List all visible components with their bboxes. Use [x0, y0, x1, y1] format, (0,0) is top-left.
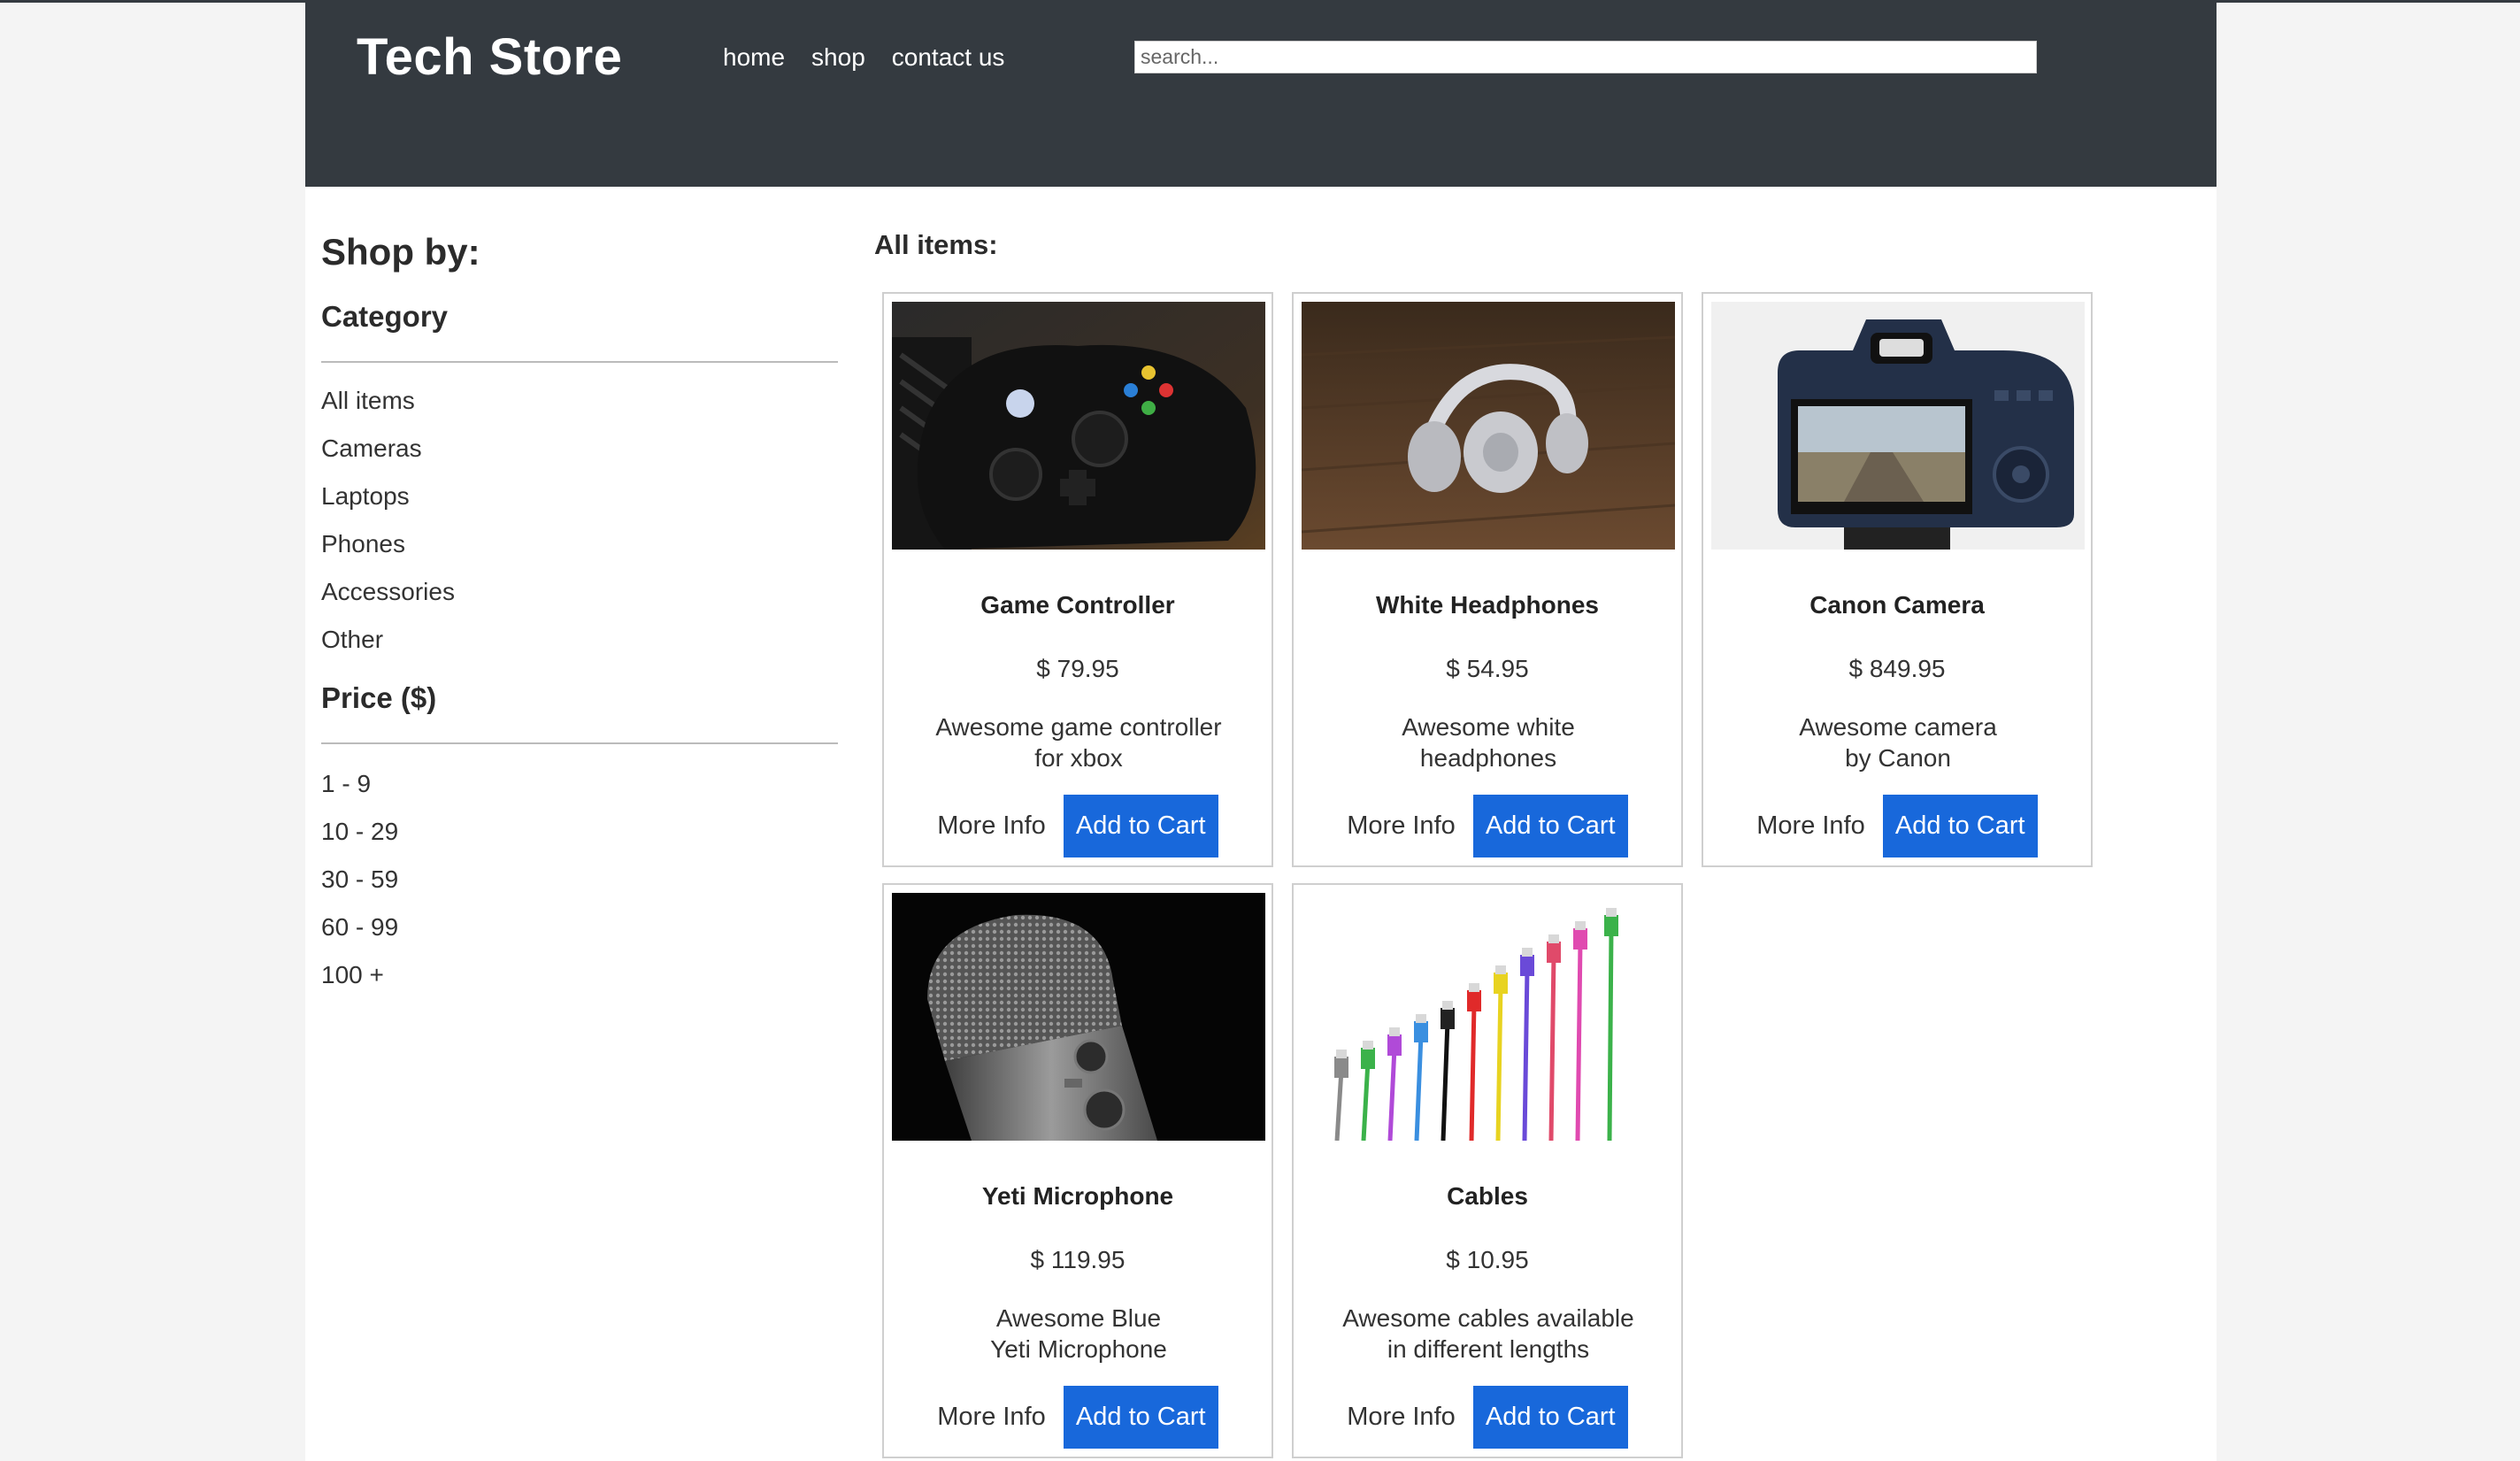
add-to-cart-button[interactable]: Add to Cart — [1882, 795, 2038, 857]
product-image-camera[interactable] — [1711, 302, 2085, 550]
price-item-60-99[interactable]: 60 - 99 — [321, 904, 838, 951]
price-heading: Price ($) — [321, 681, 437, 714]
price-list: 1 - 9 10 - 29 30 - 59 60 - 99 100 + — [321, 760, 838, 999]
product-actions: More Info Add to Cart — [1703, 795, 2091, 857]
product-card: Cables $ 10.95 Awesome cables available … — [1292, 883, 1683, 1458]
category-item-laptops[interactable]: Laptops — [321, 473, 838, 520]
product-price: $ 10.95 — [1446, 1246, 1529, 1273]
price-item-30-59[interactable]: 30 - 59 — [321, 856, 838, 904]
nav-contact[interactable]: contact us — [892, 43, 1005, 72]
product-name[interactable]: Canon Camera — [1703, 591, 2091, 619]
add-to-cart-button[interactable]: Add to Cart — [1063, 1386, 1218, 1449]
more-info-button[interactable]: More Info — [937, 1403, 1046, 1432]
price-item-100-plus[interactable]: 100 + — [321, 951, 838, 999]
search-input[interactable] — [1134, 41, 2037, 73]
product-card: Yeti Microphone $ 119.95 Awesome Blue Ye… — [882, 883, 1273, 1458]
more-info-button[interactable]: More Info — [1347, 811, 1456, 841]
price-item-10-29[interactable]: 10 - 29 — [321, 808, 838, 856]
product-price: $ 849.95 — [1848, 655, 1946, 682]
nav-home[interactable]: home — [723, 43, 785, 72]
product-name[interactable]: White Headphones — [1294, 591, 1681, 619]
main-nav: home shop contact us — [723, 43, 1004, 72]
category-item-cameras[interactable]: Cameras — [321, 425, 838, 473]
more-info-button[interactable]: More Info — [1347, 1403, 1456, 1432]
nav-shop[interactable]: shop — [811, 43, 865, 72]
product-card: Game Controller $ 79.95 Awesome game con… — [882, 292, 1273, 867]
add-to-cart-button[interactable]: Add to Cart — [1472, 795, 1628, 857]
more-info-button[interactable]: More Info — [1756, 811, 1865, 841]
product-actions: More Info Add to Cart — [1294, 1386, 1681, 1449]
sidebar: Shop by: Category All items Cameras Lapt… — [321, 231, 838, 999]
product-name[interactable]: Cables — [1294, 1182, 1681, 1211]
category-item-other[interactable]: Other — [321, 616, 838, 664]
brand-logo[interactable]: Tech Store — [357, 27, 622, 87]
product-description: Awesome white headphones — [1402, 713, 1575, 772]
product-price: $ 79.95 — [1036, 655, 1119, 682]
site-header: Tech Store home shop contact us — [305, 3, 2217, 187]
category-list: All items Cameras Laptops Phones Accesso… — [321, 377, 838, 664]
product-description: Awesome camera by Canon — [1799, 713, 1997, 772]
product-description: Awesome Blue Yeti Microphone — [990, 1304, 1167, 1363]
product-image-cables[interactable] — [1302, 893, 1675, 1141]
products-heading: All items: — [874, 229, 998, 260]
product-image-headphones[interactable] — [1302, 302, 1675, 550]
category-heading: Category — [321, 300, 449, 333]
category-item-phones[interactable]: Phones — [321, 520, 838, 568]
product-card: Canon Camera $ 849.95 Awesome camera by … — [1702, 292, 2093, 867]
product-description: Awesome game controller for xbox — [935, 713, 1222, 772]
product-price: $ 54.95 — [1446, 655, 1529, 682]
product-description: Awesome cables available in different le… — [1342, 1304, 1634, 1363]
page: Tech Store home shop contact us Shop by:… — [305, 3, 2217, 1461]
price-item-1-9[interactable]: 1 - 9 — [321, 760, 838, 808]
product-actions: More Info Add to Cart — [1294, 795, 1681, 857]
product-actions: More Info Add to Cart — [884, 1386, 1272, 1449]
category-item-accessories[interactable]: Accessories — [321, 568, 838, 616]
category-divider — [321, 361, 838, 363]
add-to-cart-button[interactable]: Add to Cart — [1472, 1386, 1628, 1449]
product-image-microphone[interactable] — [892, 893, 1265, 1141]
product-card: White Headphones $ 54.95 Awesome white h… — [1292, 292, 1683, 867]
product-actions: More Info Add to Cart — [884, 795, 1272, 857]
sidebar-title: Shop by: — [321, 231, 480, 273]
more-info-button[interactable]: More Info — [937, 811, 1046, 841]
product-price: $ 119.95 — [1030, 1246, 1126, 1273]
add-to-cart-button[interactable]: Add to Cart — [1063, 795, 1218, 857]
product-image-game-controller[interactable] — [892, 302, 1265, 550]
product-name[interactable]: Game Controller — [884, 591, 1272, 619]
price-divider — [321, 742, 838, 744]
product-name[interactable]: Yeti Microphone — [884, 1182, 1272, 1211]
category-item-all[interactable]: All items — [321, 377, 838, 425]
